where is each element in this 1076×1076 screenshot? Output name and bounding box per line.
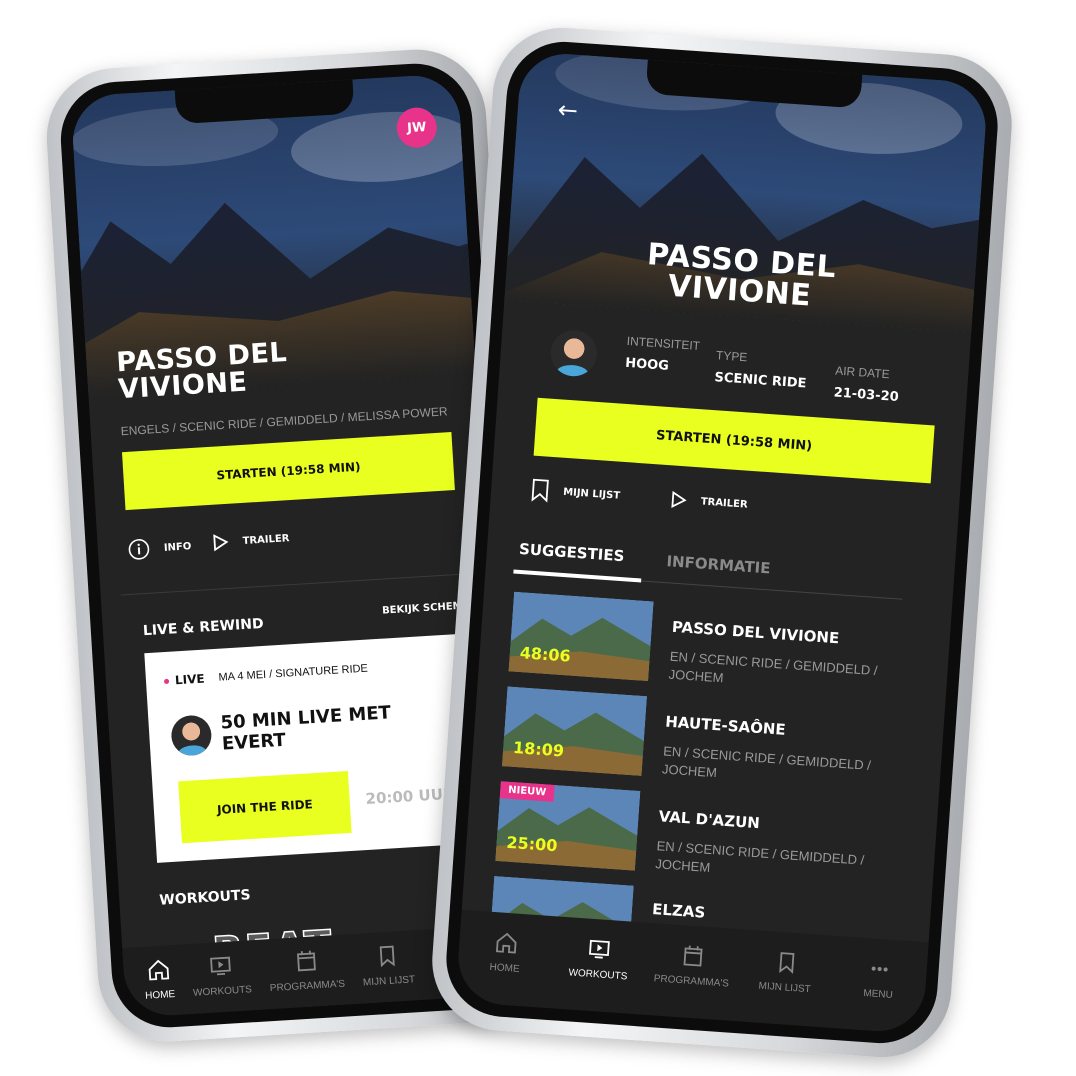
tab-suggesties[interactable]: SUGGESTIES (518, 540, 625, 565)
tab-label: MIJN LIJST (758, 980, 812, 996)
stat-value: HOOG (624, 355, 670, 374)
bookmark-icon (379, 945, 396, 968)
more-icon (871, 966, 888, 972)
tab-home[interactable]: HOME (143, 957, 176, 1002)
tab-mijn-lijst[interactable]: MIJN LIJST (361, 942, 416, 989)
tab-label: HOME (489, 961, 520, 975)
page-title: PASSO DEL VIVIONE (115, 336, 288, 406)
trailer-button[interactable]: TRAILER (212, 529, 290, 552)
info-icon (128, 539, 150, 560)
stat-air-date: AIR DATE 21-03-20 (833, 363, 901, 404)
divider (120, 572, 489, 596)
stat-type: TYPE SCENIC RIDE (714, 348, 808, 391)
tab-menu[interactable]: MENU (843, 955, 916, 1003)
live-meta: MA 4 MEI / SIGNATURE RIDE (218, 662, 369, 684)
tab-workouts[interactable]: WORKOUTS (563, 935, 636, 983)
right-screen: ← PASSO DEL VIVIONE INTENSITEIT HOOG TYP… (455, 50, 989, 1035)
stat-value: 21-03-20 (833, 385, 900, 405)
live-rewind-heading: LIVE & REWIND (142, 615, 265, 640)
bookmark-icon (531, 478, 549, 503)
calendar-icon (683, 945, 703, 967)
my-list-button[interactable]: MIJN LIJST (530, 478, 621, 508)
suggestion-title: VAL D'AZUN (658, 807, 761, 833)
stat-intensity: INTENSITEIT HOOG (625, 334, 701, 376)
info-button[interactable]: INFO (127, 535, 192, 561)
home-icon (148, 959, 170, 981)
bottom-tab-bar: HOME WORKOUTS PROGRAMMA'S MIJN LIJST MEN… (455, 909, 929, 1035)
suggestion-thumbnail: 18:09 (502, 686, 647, 776)
trailer-button[interactable]: TRAILER (670, 490, 748, 513)
start-button[interactable]: STARTEN (19:58 MIN) (533, 397, 935, 484)
start-button[interactable]: STARTEN (19:58 MIN) (121, 432, 455, 511)
join-ride-button[interactable]: JOIN THE RIDE (178, 771, 352, 844)
tab-active-indicator (513, 569, 642, 583)
tab-home[interactable]: HOME (469, 929, 542, 977)
tab-label: PROGRAMMA'S (269, 978, 346, 995)
instructor-avatar (549, 328, 599, 378)
play-icon (213, 534, 229, 552)
workout-meta: ENGELS / SCENIC RIDE / GEMIDDELD / MELIS… (120, 404, 448, 439)
tab-label: MENU (862, 987, 894, 1001)
workouts-heading: WORKOUTS (158, 887, 252, 909)
right-phone: ← PASSO DEL VIVIONE INTENSITEIT HOOG TYP… (427, 23, 1017, 1062)
stat-label: INTENSITEIT (626, 333, 701, 353)
live-title: 50 MIN LIVE MET EVERT (220, 702, 392, 755)
right-phone-bezel: ← PASSO DEL VIVIONE INTENSITEIT HOOG TYP… (442, 38, 1002, 1047)
back-button[interactable]: ← (557, 96, 579, 125)
suggestion-thumbnail: 48:06 (508, 592, 653, 682)
live-dot (163, 678, 170, 684)
tab-label: PROGRAMMA'S (653, 973, 730, 990)
suggestion-meta: EN / SCENIC RIDE / GEMIDDELD / JOCHEM (668, 648, 879, 685)
suggestion-title: ELZAS (651, 900, 706, 922)
suggestion-meta: EN / SCENIC RIDE / GEMIDDELD / JOCHEM (654, 838, 865, 875)
tab-label: MIJN LIJST (362, 974, 416, 989)
trailer-label: TRAILER (700, 495, 748, 511)
video-icon (589, 939, 611, 959)
tab-label: WORKOUTS (192, 984, 253, 999)
stat-label: AIR DATE (834, 363, 891, 382)
calendar-icon (296, 950, 316, 972)
tab-label: WORKOUTS (568, 967, 628, 983)
tab-programmas[interactable]: PROGRAMMA'S (268, 947, 346, 995)
play-icon (671, 490, 687, 508)
stat-label: TYPE (715, 348, 748, 365)
bookmark-icon (778, 952, 795, 974)
home-icon (495, 932, 517, 954)
stat-value: SCENIC RIDE (713, 370, 807, 392)
duration: 48:06 (519, 643, 572, 666)
suggestion-title: PASSO DEL VIVIONE (671, 617, 840, 648)
live-badge: LIVE (174, 671, 205, 688)
my-list-label: MIJN LIJST (562, 486, 621, 502)
tab-mijn-lijst[interactable]: MIJN LIJST (749, 948, 822, 996)
live-time: 20:00 UUR (365, 784, 455, 808)
tab-programmas[interactable]: PROGRAMMA'S (653, 942, 730, 990)
duration: 25:00 (505, 832, 559, 856)
suggestion-title: HAUTE-SAÔNE (664, 712, 787, 739)
video-icon (210, 956, 232, 976)
duration: 18:09 (512, 737, 565, 761)
info-label: INFO (163, 540, 192, 554)
suggestion-meta: EN / SCENIC RIDE / GEMIDDELD / JOCHEM (661, 743, 872, 780)
instructor-avatar (170, 714, 213, 757)
suggestion-thumbnail: NIEUW 25:00 (495, 781, 640, 871)
tab-workouts[interactable]: WORKOUTS (191, 952, 252, 999)
tab-label: HOME (144, 988, 176, 1002)
tab-informatie[interactable]: INFORMATIE (666, 552, 771, 577)
trailer-label: TRAILER (242, 532, 290, 547)
